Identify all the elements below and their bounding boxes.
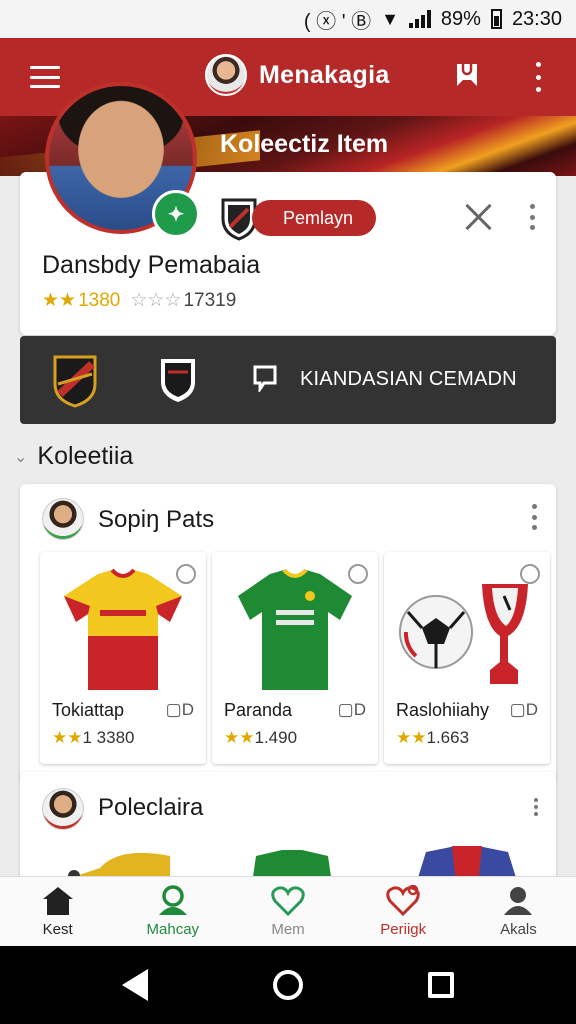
status-bar: ( ⓧ ' Ⓑ ▼ 89% 23:30 [0,0,576,38]
collection-menu-icon[interactable] [528,504,540,530]
item-name: Tokiattap [52,700,125,720]
battery-percent: 89% [440,7,481,30]
chat-icon [253,365,277,392]
item-name: Paranda [224,700,293,720]
chevron-down-icon: ⌄ [14,448,28,466]
item-rating: ★★1 3380 [52,728,135,747]
nav-label: Mem [271,921,305,938]
bottom-navigation: Kest Mahcay Mem Periigk Akals [0,876,576,946]
player-role-pill[interactable]: Pemlayn [252,200,376,236]
nav-label: Kest [42,921,73,938]
star-icon: ★★ [224,728,255,747]
item-name: Raslohiiahy [396,700,490,720]
comment-count: ▢D [337,700,366,719]
nav-label: Akals [500,921,537,938]
club-strip-label: KIANDASIAN CEMADN [300,368,517,390]
app-title: Menakagia [259,60,390,89]
avatar[interactable] [205,54,247,96]
nav-label: Mahcay [146,921,200,938]
avatar[interactable] [42,498,84,540]
club-strip[interactable]: KIANDASIAN CEMADN [20,336,556,424]
signal-icon [408,10,431,28]
nav-item-mahcay[interactable]: Mahcay [115,877,230,946]
profile-icon [158,885,187,915]
avatar[interactable] [42,788,84,830]
heart-ring-icon [386,885,420,917]
collection-card: Poleclaira [20,772,556,892]
star-outline-icon: ☆☆☆ [130,290,182,311]
collection-menu-icon[interactable] [530,798,542,816]
nav-item-periigk[interactable]: Periigk [346,877,461,946]
status-icons: ( ⓧ ' Ⓑ [303,10,372,33]
verified-badge-icon: ✦ [152,190,200,238]
collection-card: Sopiŋ Pats Tokiattap ▢D ★★1 3380 Paranda… [20,484,556,782]
collection-title: Sopiŋ Pats [98,506,215,533]
system-navigation-bar [0,946,576,1024]
nav-item-home[interactable]: Kest [0,877,115,946]
jersey-image [238,568,352,690]
clock: 23:30 [511,7,562,30]
close-icon[interactable] [464,202,494,232]
home-circle-icon[interactable] [273,970,303,1000]
menu-icon[interactable] [30,66,60,88]
heart-icon [271,886,305,917]
player-rating: ★★ 1380 ☆☆☆ 17319 [42,289,236,312]
nav-item-mem[interactable]: Mem [230,877,345,946]
item-card[interactable]: Raslohiiahy ▢D ★★1.663 [384,552,550,764]
battery-icon [490,9,502,29]
club-shield-icon [53,355,97,408]
item-card[interactable]: Tokiattap ▢D ★★1 3380 [40,552,206,764]
banner-title: Koleectiz Item [220,130,389,158]
jersey-image [64,568,182,690]
back-icon[interactable] [122,969,148,1001]
rating-count: 17319 [183,289,237,311]
item-rating: ★★1.663 [396,728,470,747]
player-name: Dansbdy Pemabaia [42,251,261,279]
club-shield-icon [161,359,195,402]
comment-count: ▢D [165,700,194,719]
comment-count: ▢D [509,700,538,719]
star-icon: ★★ [42,290,77,311]
collection-title: Poleclaira [98,794,204,821]
nav-item-akals[interactable]: Akals [461,877,576,946]
item-rating: ★★1.490 [224,728,298,747]
star-icon: ★★ [52,728,83,747]
section-title: Koleetiia [37,442,134,470]
account-icon [504,887,533,915]
item-card[interactable]: Paranda ▢D ★★1.490 [212,552,378,764]
star-icon: ★★ [396,728,427,747]
home-icon [42,887,73,915]
profile-menu-icon[interactable] [526,204,538,230]
ball-and-trophy-image [399,584,528,684]
shopping-bag-icon[interactable] [451,60,483,92]
overflow-menu-icon[interactable] [528,62,548,92]
app-title-group: Menakagia [205,54,390,96]
rating-value: 1380 [78,289,121,311]
nav-label: Periigk [380,921,427,938]
section-header[interactable]: ⌄ Koleetiia [14,442,133,471]
recent-apps-icon[interactable] [428,972,454,998]
wifi-icon: ▼ [381,8,399,29]
